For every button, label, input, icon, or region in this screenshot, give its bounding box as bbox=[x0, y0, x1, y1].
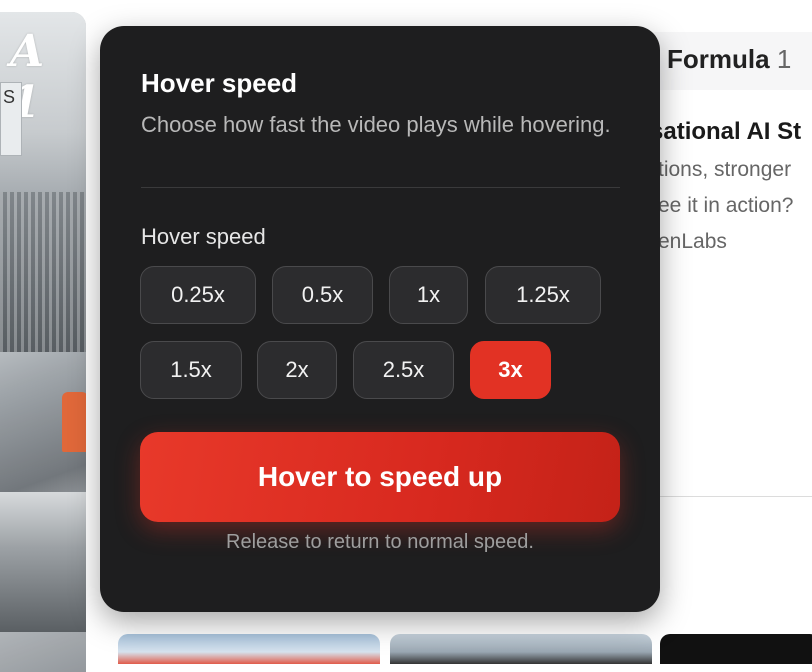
background-thumbnail[interactable] bbox=[118, 634, 380, 664]
side-sign: S bbox=[0, 82, 22, 156]
speed-section-label: Hover speed bbox=[141, 224, 266, 249]
release-hint: Release to return to normal speed. bbox=[226, 531, 534, 553]
category-name: Formula bbox=[667, 44, 770, 74]
background-article-line: tions, stronger bbox=[658, 158, 792, 181]
background-divider bbox=[660, 496, 812, 497]
background-article-line: ee it in action? bbox=[658, 194, 794, 217]
hover-to-speed-up-button[interactable]: Hover to speed up bbox=[140, 432, 620, 522]
background-video-thumbnail[interactable]: A 1 S bbox=[0, 12, 86, 672]
speed-option-3x[interactable]: 3x bbox=[470, 341, 551, 399]
background-article-title[interactable]: sational AI St bbox=[650, 118, 801, 146]
speed-option-2-5x[interactable]: 2.5x bbox=[353, 341, 454, 399]
hover-speed-popover: Hover speed Choose how fast the video pl… bbox=[100, 26, 660, 612]
background-article-line: enLabs bbox=[658, 230, 727, 253]
speed-option-0-25x[interactable]: 0.25x bbox=[140, 266, 256, 324]
background-thumbnail[interactable] bbox=[660, 634, 812, 664]
speed-option-2x[interactable]: 2x bbox=[257, 341, 337, 399]
background-category-label: Formula 1 bbox=[667, 44, 791, 75]
speed-option-0-5x[interactable]: 0.5x bbox=[272, 266, 373, 324]
speed-option-1-5x[interactable]: 1.5x bbox=[140, 341, 242, 399]
race-car-image bbox=[0, 492, 86, 632]
speed-option-1x[interactable]: 1x bbox=[389, 266, 468, 324]
crowd-image bbox=[0, 192, 86, 352]
popover-divider bbox=[141, 187, 620, 188]
popover-description: Choose how fast the video plays while ho… bbox=[141, 112, 611, 137]
background-thumbnail[interactable] bbox=[390, 634, 652, 664]
marshal-figure bbox=[62, 392, 86, 452]
popover-title: Hover speed bbox=[141, 68, 298, 98]
category-number: 1 bbox=[776, 44, 792, 74]
speed-option-1-25x[interactable]: 1.25x bbox=[485, 266, 601, 324]
